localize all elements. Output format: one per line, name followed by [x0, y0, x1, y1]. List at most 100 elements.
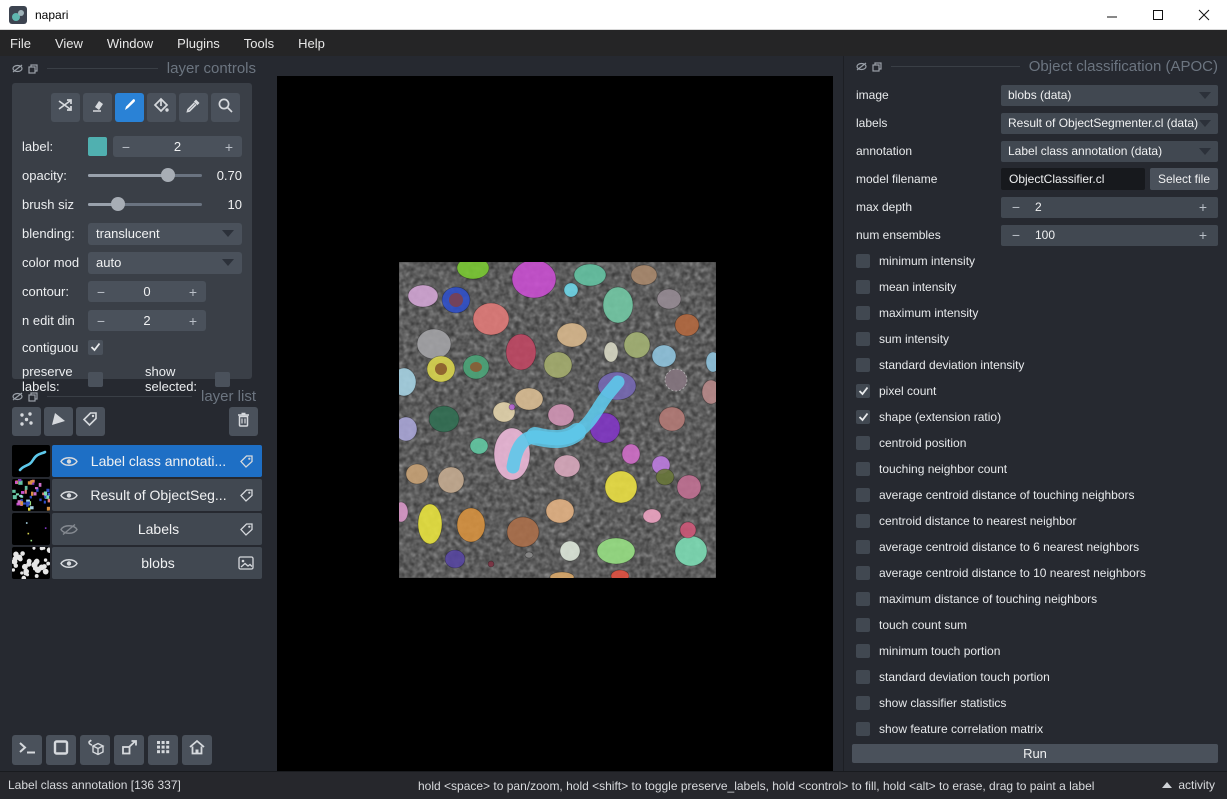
n-edit-dim-decrement-button[interactable]: − [88, 313, 114, 329]
console-button[interactable] [12, 735, 42, 765]
menu-window[interactable]: Window [107, 36, 153, 51]
feature-checkbox[interactable] [856, 254, 870, 268]
feature-checkbox[interactable] [856, 540, 870, 554]
feature-checkbox[interactable] [856, 306, 870, 320]
n-edit-dim-label: n edit din [22, 313, 88, 328]
hide-dock-icon[interactable] [12, 392, 23, 401]
feature-checkbox[interactable] [856, 384, 870, 398]
model-filename-input[interactable]: ObjectClassifier.cl [1001, 168, 1145, 190]
new-shapes-layer-button[interactable] [44, 407, 73, 436]
feature-checkbox[interactable] [856, 696, 870, 710]
contour-value[interactable]: 0 [114, 284, 180, 299]
opacity-label: opacity: [22, 168, 88, 183]
contiguous-checkbox[interactable] [88, 340, 103, 355]
feature-checkbox[interactable] [856, 280, 870, 294]
new-labels-layer-icon [82, 411, 99, 433]
layer-row[interactable]: Labels [52, 513, 262, 545]
label-color-swatch[interactable] [88, 137, 107, 156]
dropdown-value: Label class annotation (data) [1008, 144, 1199, 158]
feature-checkbox[interactable] [856, 332, 870, 346]
viewer-canvas[interactable] [277, 76, 833, 771]
n-edit-dim-value[interactable]: 2 [114, 313, 180, 328]
shuffle-colors-tool-button[interactable] [51, 93, 80, 122]
brush-size-slider[interactable] [88, 194, 202, 215]
maximize-button[interactable] [1135, 0, 1181, 29]
float-dock-icon[interactable] [872, 62, 882, 72]
layer-row[interactable]: Label class annotati... [52, 445, 262, 477]
feature-checkbox[interactable] [856, 618, 870, 632]
transpose-dimensions-button[interactable] [114, 735, 144, 765]
spin-value[interactable]: 100 [1031, 228, 1188, 242]
feature-checkbox[interactable] [856, 514, 870, 528]
layer-row[interactable]: Result of ObjectSeg... [52, 479, 262, 511]
paintbrush-tool-button[interactable] [115, 93, 144, 122]
eye-visible-icon[interactable] [60, 557, 78, 570]
feature-checkbox[interactable] [856, 358, 870, 372]
eraser-tool-button[interactable] [83, 93, 112, 122]
run-button[interactable]: Run [852, 744, 1218, 763]
console-icon [18, 739, 37, 761]
float-dock-icon[interactable] [28, 392, 38, 402]
feature-checkbox[interactable] [856, 436, 870, 450]
color-mode-dropdown[interactable]: auto [88, 252, 242, 274]
pan-zoom-tool-button[interactable] [211, 93, 240, 122]
new-points-layer-button[interactable] [12, 407, 41, 436]
feature-checkbox[interactable] [856, 644, 870, 658]
menu-view[interactable]: View [55, 36, 83, 51]
roll-dimensions-button[interactable] [80, 735, 110, 765]
annotation-dropdown[interactable]: Label class annotation (data) [1001, 141, 1218, 162]
label-label: label: [22, 139, 88, 154]
show-selected-checkbox[interactable] [215, 372, 230, 387]
new-labels-layer-button[interactable] [76, 407, 105, 436]
decrement-button[interactable]: − [1001, 199, 1031, 215]
layer-row[interactable]: blobs [52, 547, 262, 579]
blobs-image[interactable] [399, 262, 716, 578]
activity-button[interactable]: activity [1162, 778, 1215, 792]
feature-checkbox[interactable] [856, 488, 870, 502]
minimize-button[interactable] [1089, 0, 1135, 29]
menu-help[interactable]: Help [298, 36, 325, 51]
increment-button[interactable]: + [1188, 227, 1218, 243]
color-picker-tool-button[interactable] [179, 93, 208, 122]
hide-dock-icon[interactable] [856, 62, 867, 71]
float-dock-icon[interactable] [28, 64, 38, 74]
decrement-button[interactable]: − [1001, 227, 1031, 243]
contour-decrement-button[interactable]: − [88, 284, 114, 300]
select-file-button[interactable]: Select file [1150, 168, 1218, 190]
blending-dropdown[interactable]: translucent [88, 223, 242, 245]
feature-checkbox[interactable] [856, 566, 870, 580]
spin-value[interactable]: 2 [1031, 200, 1188, 214]
feature-checkbox[interactable] [856, 670, 870, 684]
feature-checkbox[interactable] [856, 592, 870, 606]
toggle-2d-3d-button[interactable] [46, 735, 76, 765]
opacity-slider-handle[interactable] [161, 168, 175, 182]
hide-dock-icon[interactable] [12, 64, 23, 73]
divider [47, 68, 158, 69]
labels-dropdown[interactable]: Result of ObjectSegmenter.cl (data) [1001, 113, 1218, 134]
image-dropdown[interactable]: blobs (data) [1001, 85, 1218, 106]
close-button[interactable] [1181, 0, 1227, 29]
preserve-labels-checkbox[interactable] [88, 372, 103, 387]
menu-tools[interactable]: Tools [244, 36, 274, 51]
brush-size-slider-handle[interactable] [111, 197, 125, 211]
label-value[interactable]: 2 [139, 139, 216, 154]
grid-view-button[interactable] [148, 735, 178, 765]
status-coordinates: Label class annotation [136 337] [8, 778, 181, 792]
increment-button[interactable]: + [1188, 199, 1218, 215]
eye-visible-icon[interactable] [60, 455, 78, 468]
n-edit-dim-increment-button[interactable]: + [180, 313, 206, 329]
feature-checkbox[interactable] [856, 722, 870, 736]
feature-checkbox[interactable] [856, 462, 870, 476]
label-decrement-button[interactable]: − [113, 139, 139, 155]
menu-file[interactable]: File [10, 36, 31, 51]
opacity-slider[interactable] [88, 165, 202, 186]
label-increment-button[interactable]: + [216, 139, 242, 155]
eye-hidden-icon[interactable] [60, 523, 78, 536]
feature-checkbox[interactable] [856, 410, 870, 424]
contour-increment-button[interactable]: + [180, 284, 206, 300]
menu-plugins[interactable]: Plugins [177, 36, 220, 51]
fill-bucket-tool-button[interactable] [147, 93, 176, 122]
eye-visible-icon[interactable] [60, 489, 78, 502]
delete-layer-button[interactable] [229, 407, 258, 436]
home-reset-view-button[interactable] [182, 735, 212, 765]
